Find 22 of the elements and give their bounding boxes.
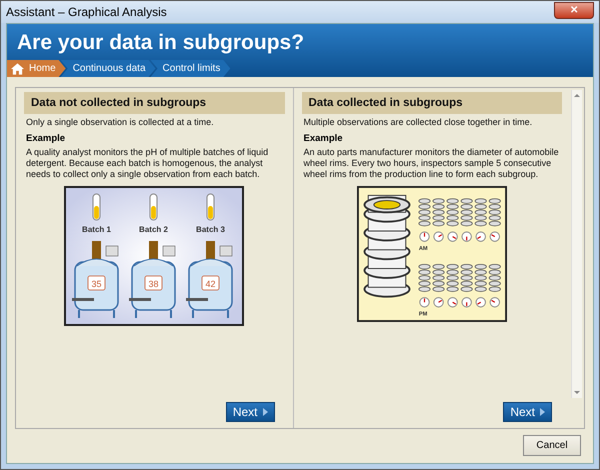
example-text: An auto parts manufacturer monitors the diameter of automobile wheel rims. Every two hours, inspectors sample 5 consecutive wheel rims from the production line to form each subgroup. bbox=[304, 147, 560, 180]
play-icon bbox=[262, 408, 268, 416]
page-heading: Are your data in subgroups? bbox=[16, 30, 306, 56]
scrollbar[interactable] bbox=[571, 90, 582, 398]
cancel-button[interactable]: Cancel bbox=[523, 435, 581, 456]
example-heading: Example bbox=[26, 133, 66, 144]
next-button[interactable]: Next bbox=[503, 402, 552, 422]
example-text: A quality analyst monitors the pH of multiple batches of liquid detergent. Because each batch is homogenous, the analyst needs to collect only a single observation from each batch. bbox=[26, 147, 270, 180]
example-heading: Example bbox=[304, 133, 344, 144]
next-button[interactable]: Next bbox=[226, 402, 274, 422]
play-icon bbox=[540, 408, 545, 416]
batch-tanks-drawing: Batch 1 35 Batch 2 38 Batch 3 42 bbox=[64, 186, 244, 326]
breadcrumb-link[interactable]: Continuous data bbox=[60, 60, 156, 77]
breadcrumb-link[interactable]: Control limits bbox=[150, 60, 230, 77]
section-heading: Data collected in subgroups bbox=[302, 92, 562, 114]
section-heading: Data not collected in subgroups bbox=[24, 92, 284, 114]
home-icon bbox=[11, 62, 24, 74]
close-button[interactable]: ✕ bbox=[554, 2, 594, 18]
description-text: Only a single observation is collected at a time. bbox=[26, 117, 215, 128]
window-title: Assistant – Graphical Analysis bbox=[6, 5, 167, 19]
description-text: Multiple observations are collected close together in time. bbox=[304, 117, 534, 128]
breadcrumb-link[interactable]: Home bbox=[7, 60, 66, 77]
